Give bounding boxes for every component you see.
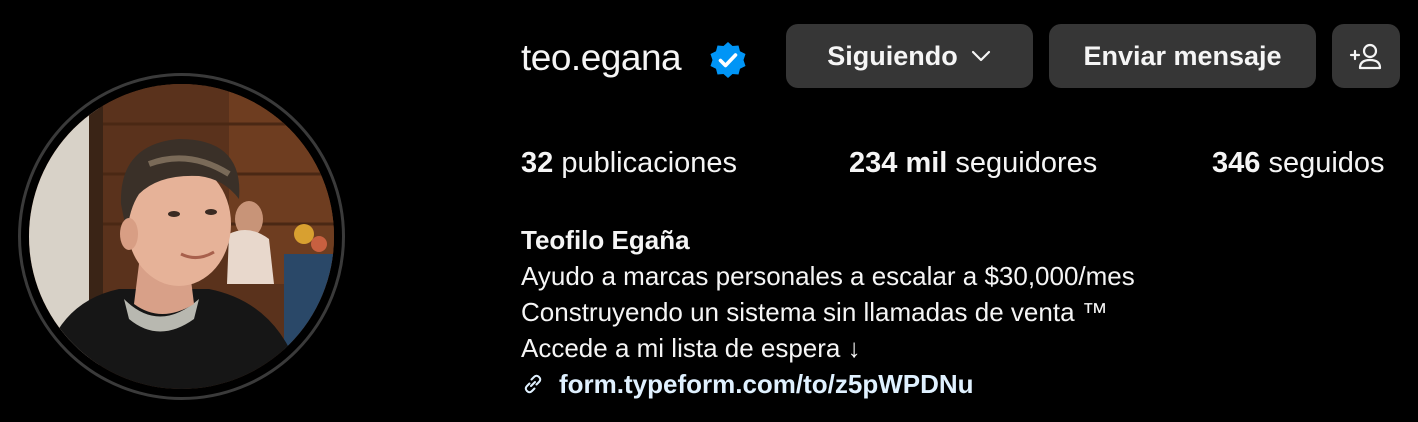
avatar-ring[interactable] [18, 73, 345, 400]
stat-following[interactable]: 346 seguidos [1212, 143, 1385, 183]
verified-badge-icon [710, 42, 746, 78]
followers-count: 234 mil [849, 147, 948, 179]
bio-line: Accede a mi lista de espera ↓ [521, 333, 861, 363]
chevron-down-icon [971, 50, 990, 62]
add-user-icon [1349, 43, 1382, 70]
following-count: 346 [1212, 147, 1261, 179]
stat-posts: 32 publicaciones [521, 143, 737, 183]
profile-header: teo.egana Siguiendo Enviar mensaje 32 pu… [0, 0, 1418, 422]
avatar[interactable] [29, 84, 334, 389]
send-message-button[interactable]: Enviar mensaje [1049, 24, 1316, 88]
bio: Teofilo Egaña Ayudo a marcas personales … [521, 222, 1135, 402]
posts-count: 32 [521, 147, 554, 179]
username[interactable]: teo.egana [521, 36, 682, 80]
avatar-image [29, 84, 334, 389]
stat-followers[interactable]: 234 mil seguidores [849, 143, 1097, 183]
following-button[interactable]: Siguiendo [786, 24, 1033, 88]
bio-link[interactable]: form.typeform.com/to/z5pWPDNu [521, 366, 1135, 402]
bio-name: Teofilo Egaña [521, 225, 690, 255]
posts-label: publicaciones [561, 147, 738, 179]
following-label: seguidos [1268, 147, 1385, 179]
bio-link-text[interactable]: form.typeform.com/to/z5pWPDNu [559, 366, 974, 402]
add-user-button[interactable] [1332, 24, 1400, 88]
following-button-label: Siguiendo [827, 40, 958, 71]
bio-line: Construyendo un sistema sin llamadas de … [521, 297, 1108, 327]
send-message-button-label: Enviar mensaje [1083, 40, 1282, 71]
followers-label: seguidores [955, 147, 1098, 179]
link-icon [524, 374, 542, 394]
bio-line: Ayudo a marcas personales a escalar a $3… [521, 261, 1135, 291]
